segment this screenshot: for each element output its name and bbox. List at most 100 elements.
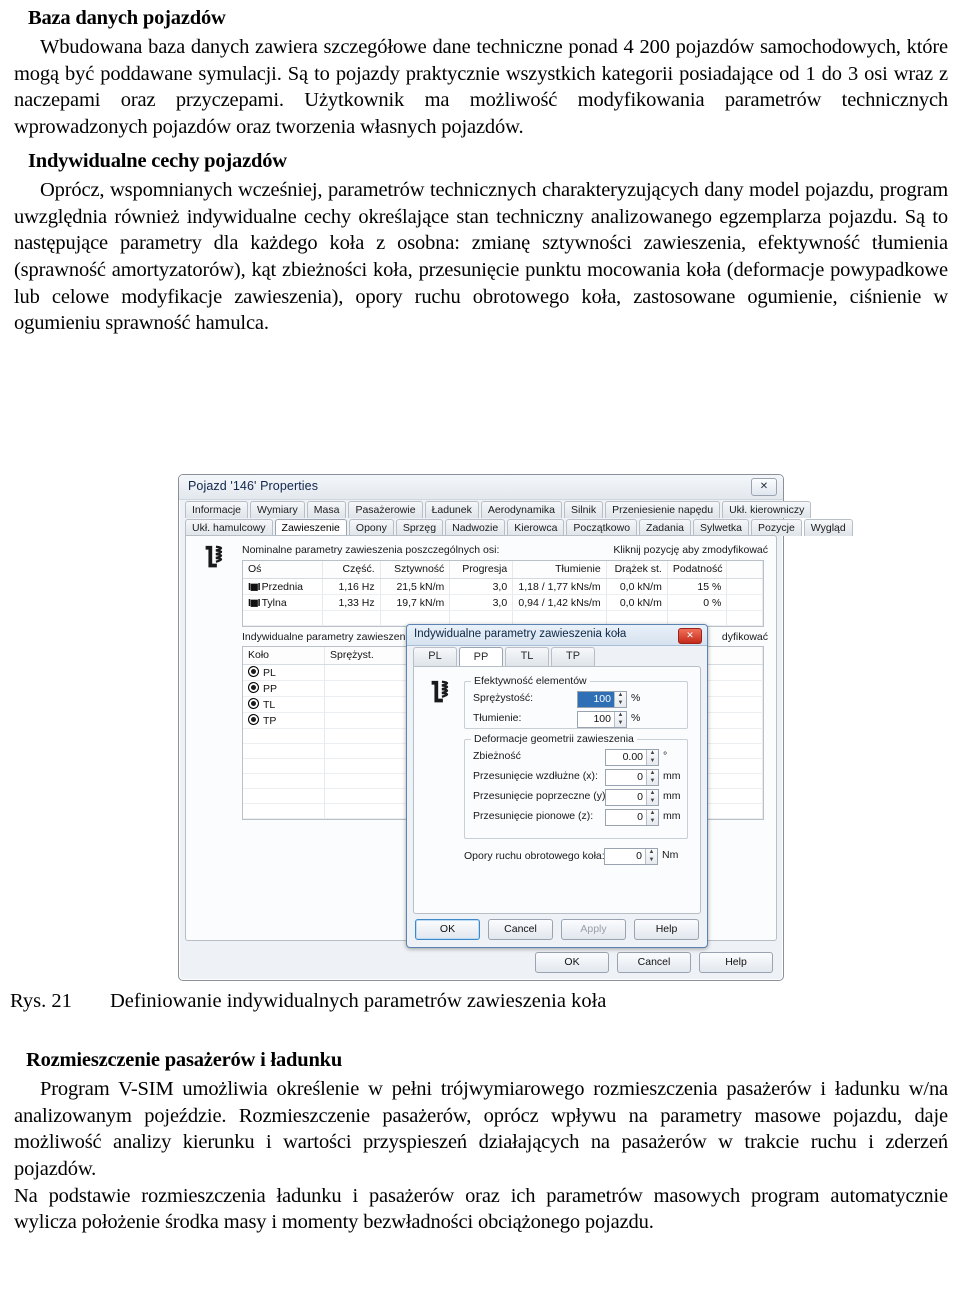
dialog-tab-pl[interactable]: PL xyxy=(413,647,457,666)
wheel-icon xyxy=(248,682,259,693)
field-przesuniecie-y[interactable]: Przesunięcie poprzeczne (y): 0 ▲ ▼ mm xyxy=(465,787,687,807)
col-podatnosc: Podatność xyxy=(668,561,728,578)
spinner-arrows-icon[interactable]: ▲ ▼ xyxy=(646,750,658,765)
field-przesuniecie-z[interactable]: Przesunięcie pionowe (z): 0 ▲ ▼ mm xyxy=(465,807,687,827)
sprezystosc-stepper[interactable]: 100 ▲ ▼ xyxy=(577,691,627,708)
dialog-cancel-button[interactable]: Cancel xyxy=(488,919,553,940)
group-effectiveness: Efektywność elementów Sprężystość: 100 ▲… xyxy=(464,675,688,729)
zbieznosc-value[interactable]: 0.00 xyxy=(606,750,646,765)
tab-kierowca[interactable]: Kierowca xyxy=(507,519,565,536)
tlumienie-stepper[interactable]: 100 ▲ ▼ xyxy=(577,711,627,728)
dialog-tab-tl[interactable]: TL xyxy=(505,647,549,666)
przesuniecie-y-stepper[interactable]: 0 ▲ ▼ xyxy=(605,789,659,806)
field-zbieznosc[interactable]: Zbieżność 0.00 ▲ ▼ ° xyxy=(465,747,687,767)
field-label: Tłumienie: xyxy=(473,712,522,724)
tab-poczatkowo[interactable]: Początkowo xyxy=(566,519,638,536)
field-unit: ° xyxy=(663,750,668,762)
col-czest: Część. xyxy=(323,561,381,578)
window-ok-button[interactable]: OK xyxy=(535,952,609,973)
tab-ladunek[interactable]: Ładunek xyxy=(424,501,479,518)
dialog-apply-button[interactable]: Apply xyxy=(561,919,626,940)
field-label: Opory ruchu obrotowego koła: xyxy=(464,850,605,862)
tab-aerodynamika[interactable]: Aerodynamika xyxy=(480,501,562,518)
window-cancel-button[interactable]: Cancel xyxy=(617,952,691,973)
sprezystosc-value[interactable]: 100 xyxy=(578,692,614,707)
dialog-ok-button[interactable]: OK xyxy=(415,919,480,940)
tab-silnik[interactable]: Silnik xyxy=(564,501,604,518)
field-label: Sprężystość: xyxy=(473,692,534,704)
tab-pozycje[interactable]: Pozycje xyxy=(751,519,802,536)
dialog-tab-pp[interactable]: PP xyxy=(459,647,503,668)
cell-os: I◼I Przednia xyxy=(243,579,323,594)
tab-przeniesienie-napedu[interactable]: Przeniesienie napędu xyxy=(605,501,721,518)
tab-wyglad[interactable]: Wygląd xyxy=(803,519,853,536)
spinner-arrows-icon[interactable]: ▲ ▼ xyxy=(614,712,626,727)
window-titlebar[interactable]: Pojazd '146' Properties ✕ xyxy=(179,475,783,500)
dialog-tab-tp[interactable]: TP xyxy=(551,647,595,666)
window-tabstrip[interactable]: Informacje Wymiary Masa Pasażerowie Ładu… xyxy=(185,501,853,537)
axes-table[interactable]: Oś Część. Sztywność Progresja Tłumienie … xyxy=(242,560,764,627)
close-icon[interactable]: ✕ xyxy=(678,628,702,644)
wheel-suspension-dialog[interactable]: Indywidualne parametry zawieszenia koła … xyxy=(406,624,708,948)
tab-nadwozie[interactable]: Nadwozie xyxy=(445,519,506,536)
opory-ruchu-value[interactable]: 0 xyxy=(605,849,645,864)
suspension-spring-icon xyxy=(431,680,449,703)
table-row[interactable]: I◼I Przednia 1,16 Hz 21,5 kN/m 3,0 1,18 /… xyxy=(243,579,763,595)
tlumienie-value[interactable]: 100 xyxy=(578,712,614,727)
field-tlumienie[interactable]: Tłumienie: 100 ▲ ▼ % xyxy=(465,709,687,729)
tab-opony[interactable]: Opony xyxy=(348,519,394,536)
col-kolo: Koło xyxy=(243,647,325,664)
cell-kolo: TL xyxy=(243,697,325,712)
dialog-button-bar[interactable]: OK Cancel Apply Help xyxy=(415,919,699,940)
spinner-arrows-icon[interactable]: ▲ ▼ xyxy=(646,810,658,825)
field-unit: % xyxy=(631,692,641,704)
close-icon[interactable]: ✕ xyxy=(751,478,777,496)
tab-zadania[interactable]: Zadania xyxy=(639,519,691,536)
przesuniecie-x-value[interactable]: 0 xyxy=(606,770,646,785)
cell-os: I◼I Tylna xyxy=(243,595,323,610)
tab-sylwetka[interactable]: Sylwetka xyxy=(693,519,750,536)
field-przesuniecie-x[interactable]: Przesunięcie wzdłużne (x): 0 ▲ ▼ mm xyxy=(465,767,687,787)
tab-ukl-kierowniczy[interactable]: Ukł. kierowniczy xyxy=(722,501,812,518)
cell-progresja: 3,0 xyxy=(450,595,514,610)
dialog-titlebar[interactable]: Indywidualne parametry zawieszenia koła … xyxy=(407,625,707,646)
cell-kolo: TP xyxy=(243,713,325,728)
przesuniecie-y-value[interactable]: 0 xyxy=(606,790,646,805)
tab-wymiary[interactable]: Wymiary xyxy=(250,501,305,518)
axle-icon: I◼I xyxy=(248,581,261,593)
tab-row-2[interactable]: Ukł. hamulcowy Zawieszenie Opony Sprzęg … xyxy=(185,519,853,536)
axes-table-hint: Nominalne parametry zawieszenia poszczeg… xyxy=(242,544,500,556)
field-opory-ruchu[interactable]: Opory ruchu obrotowego koła: 0 ▲ ▼ Nm xyxy=(456,847,696,867)
przesuniecie-z-value[interactable]: 0 xyxy=(606,810,646,825)
spinner-arrows-icon[interactable]: ▲ ▼ xyxy=(646,790,658,805)
tab-row-1[interactable]: Informacje Wymiary Masa Pasażerowie Ładu… xyxy=(185,501,812,518)
tab-pasazerowie[interactable]: Pasażerowie xyxy=(348,501,423,518)
przesuniecie-x-stepper[interactable]: 0 ▲ ▼ xyxy=(605,769,659,786)
spinner-arrows-icon[interactable]: ▲ ▼ xyxy=(645,849,657,864)
field-unit: mm xyxy=(663,810,681,822)
window-button-bar[interactable]: OK Cancel Help xyxy=(535,952,773,973)
zbieznosc-stepper[interactable]: 0.00 ▲ ▼ xyxy=(605,749,659,766)
window-help-button[interactable]: Help xyxy=(699,952,773,973)
window-title: Pojazd '146' Properties xyxy=(188,479,319,493)
opory-ruchu-stepper[interactable]: 0 ▲ ▼ xyxy=(604,848,658,865)
cell-sztywnosc: 21,5 kN/m xyxy=(381,579,451,594)
tab-zawieszenie[interactable]: Zawieszenie xyxy=(274,519,347,536)
dialog-help-button[interactable]: Help xyxy=(634,919,699,940)
field-sprezystosc[interactable]: Sprężystość: 100 ▲ ▼ % xyxy=(465,689,687,709)
tab-informacje[interactable]: Informacje xyxy=(185,501,249,518)
section-paragraph-3a: Program V-SIM umożliwia określenie w peł… xyxy=(14,1078,948,1181)
przesuniecie-z-stepper[interactable]: 0 ▲ ▼ xyxy=(605,809,659,826)
tab-sprzeg[interactable]: Sprzęg xyxy=(395,519,444,536)
dialog-tabstrip[interactable]: PL PP TL TP xyxy=(413,647,597,668)
field-unit: mm xyxy=(663,770,681,782)
col-sztywnosc: Sztywność xyxy=(381,561,451,578)
spinner-arrows-icon[interactable]: ▲ ▼ xyxy=(614,692,626,707)
spinner-arrows-icon[interactable]: ▲ ▼ xyxy=(646,770,658,785)
tab-masa[interactable]: Masa xyxy=(306,501,347,518)
section-paragraph-3b: Na podstawie rozmieszczenia ładunku i pa… xyxy=(14,1184,948,1234)
table-row[interactable]: I◼I Tylna 1,33 Hz 19,7 kN/m 3,0 0,94 / 1,… xyxy=(243,595,763,611)
tab-ukl-hamulcowy[interactable]: Ukł. hamulcowy xyxy=(185,519,273,536)
field-unit: % xyxy=(631,712,641,724)
section-rozmieszczenie: Rozmieszczenie pasażerów i ładunku Progr… xyxy=(14,1042,948,1236)
